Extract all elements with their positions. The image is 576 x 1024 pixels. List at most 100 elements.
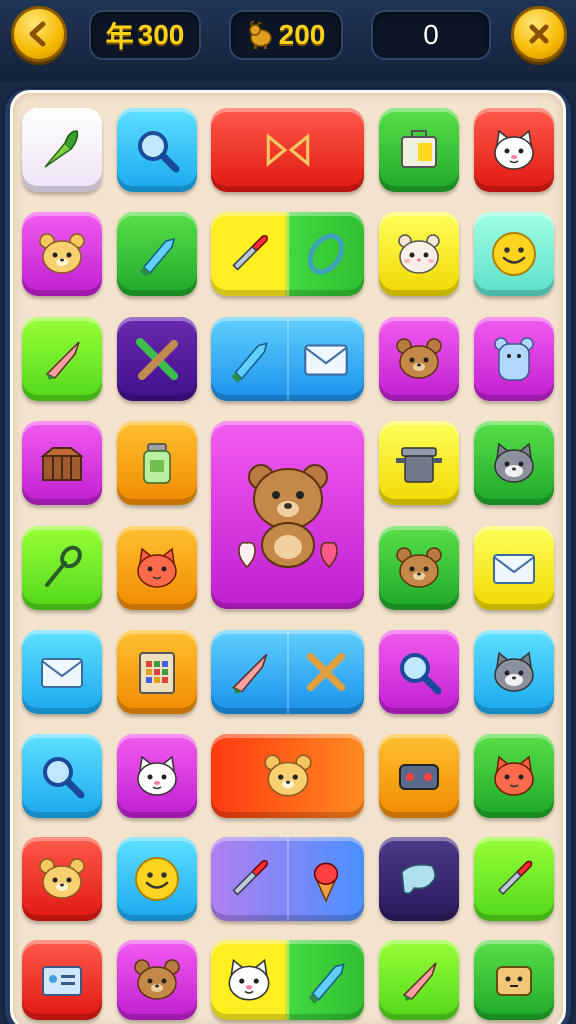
mouse-doll-icon bbox=[487, 332, 541, 386]
tile-r4-c5[interactable] bbox=[474, 421, 554, 505]
tile-r1-c1[interactable] bbox=[22, 108, 102, 192]
envelope-icon bbox=[487, 541, 541, 595]
ring-icon bbox=[298, 226, 354, 282]
tile-r3-c1[interactable] bbox=[22, 317, 102, 401]
crayon-icon bbox=[221, 644, 277, 700]
pot-icon bbox=[392, 436, 446, 490]
tile-r3-c2[interactable] bbox=[117, 317, 197, 401]
energy-amount: 200 bbox=[278, 19, 326, 50]
toast-face-icon bbox=[487, 953, 541, 1007]
tile-r9-c1[interactable] bbox=[22, 940, 102, 1020]
bear-face-icon bbox=[130, 953, 184, 1007]
hamster-face-icon bbox=[392, 227, 446, 281]
magnifier-icon bbox=[392, 645, 446, 699]
tile-r5-c1[interactable] bbox=[22, 526, 102, 610]
crayon-icon bbox=[392, 953, 446, 1007]
tile-r9-c4[interactable] bbox=[379, 940, 459, 1020]
score-counter: 0 bbox=[371, 10, 491, 60]
tile-r8-c2[interactable] bbox=[117, 837, 197, 921]
tile-r5-c5[interactable] bbox=[474, 526, 554, 610]
tile-r3-c3[interactable] bbox=[211, 317, 364, 401]
tile-big-teddy-bear[interactable] bbox=[211, 421, 364, 609]
cat-face-icon bbox=[487, 123, 541, 177]
cross-icon bbox=[298, 644, 354, 700]
tile-r2-c4[interactable] bbox=[379, 212, 459, 296]
tile-r4-c4[interactable] bbox=[379, 421, 459, 505]
tile-r7-c5[interactable] bbox=[474, 734, 554, 818]
crayon-icon bbox=[35, 332, 89, 386]
tile-r1-c3[interactable] bbox=[211, 108, 364, 192]
tile-r8-c3[interactable] bbox=[211, 837, 364, 921]
ice-cream-icon bbox=[298, 851, 354, 907]
tile-r6-c5[interactable] bbox=[474, 630, 554, 714]
bow-icon bbox=[260, 122, 316, 178]
bear-face-icon bbox=[392, 332, 446, 386]
treasure-chest-icon bbox=[35, 436, 89, 490]
crystal-icon bbox=[130, 227, 184, 281]
tile-r9-c2[interactable] bbox=[117, 940, 197, 1020]
tile-r6-c1[interactable] bbox=[22, 630, 102, 714]
tile-r3-c4[interactable] bbox=[379, 317, 459, 401]
tile-r2-c3[interactable] bbox=[211, 212, 364, 296]
tile-r4-c2[interactable] bbox=[117, 421, 197, 505]
tile-r8-c5[interactable] bbox=[474, 837, 554, 921]
slingshot-icon bbox=[35, 541, 89, 595]
tile-r7-c3[interactable] bbox=[211, 734, 364, 818]
goat-icon bbox=[248, 20, 272, 49]
chevron-left-icon bbox=[29, 21, 46, 47]
tile-r6-c4[interactable] bbox=[379, 630, 459, 714]
tile-r3-c5[interactable] bbox=[474, 317, 554, 401]
jar-icon bbox=[130, 436, 184, 490]
crossed-sticks-icon bbox=[130, 332, 184, 386]
tile-r2-c1[interactable] bbox=[22, 212, 102, 296]
bear-face-icon bbox=[35, 852, 89, 906]
tile-r9-c3[interactable] bbox=[211, 940, 364, 1020]
tile-r1-c5[interactable] bbox=[474, 108, 554, 192]
coin-amount: 300 bbox=[137, 19, 185, 50]
radio-icon bbox=[392, 749, 446, 803]
cat-face-icon bbox=[487, 436, 541, 490]
tile-r6-c2[interactable] bbox=[117, 630, 197, 714]
crystal-icon bbox=[298, 952, 354, 1008]
tile-r5-c2[interactable] bbox=[117, 526, 197, 610]
tile-r7-c4[interactable] bbox=[379, 734, 459, 818]
tile-r4-c1[interactable] bbox=[22, 421, 102, 505]
cat-face-icon bbox=[487, 645, 541, 699]
lunchbox-icon bbox=[392, 123, 446, 177]
tile-r2-c2[interactable] bbox=[117, 212, 197, 296]
score-value: 0 bbox=[423, 19, 439, 50]
magnifier-icon bbox=[35, 749, 89, 803]
carrot-icon bbox=[35, 123, 89, 177]
hamster-face-icon bbox=[260, 748, 316, 804]
tile-r7-c2[interactable] bbox=[117, 734, 197, 818]
tile-r7-c1[interactable] bbox=[22, 734, 102, 818]
back-button[interactable] bbox=[11, 6, 67, 62]
abacus-icon bbox=[130, 645, 184, 699]
tile-r2-c5[interactable] bbox=[474, 212, 554, 296]
nail-icon bbox=[392, 852, 446, 906]
teddy-bear-with-hearts-icon bbox=[237, 464, 338, 569]
cat-face-icon bbox=[221, 952, 277, 1008]
paintbrush-icon bbox=[487, 852, 541, 906]
tile-r5-c4[interactable] bbox=[379, 526, 459, 610]
tile-r1-c2[interactable] bbox=[117, 108, 197, 192]
coin-symbol: 年 bbox=[105, 21, 134, 52]
tile-r8-c1[interactable] bbox=[22, 837, 102, 921]
close-icon bbox=[529, 24, 549, 44]
card-icon bbox=[35, 953, 89, 1007]
envelope-icon bbox=[35, 645, 89, 699]
cat-face-icon bbox=[35, 227, 89, 281]
tile-r9-c5[interactable] bbox=[474, 940, 554, 1020]
energy-counter: 200 bbox=[229, 10, 343, 60]
cat-face-icon bbox=[130, 749, 184, 803]
close-button[interactable] bbox=[511, 6, 567, 62]
paintbrush-icon bbox=[221, 851, 277, 907]
smiley-icon bbox=[130, 852, 184, 906]
tile-r8-c4[interactable] bbox=[379, 837, 459, 921]
tile-r1-c4[interactable] bbox=[379, 108, 459, 192]
coin-counter: 年 300 bbox=[89, 10, 201, 60]
magnifier-icon bbox=[130, 123, 184, 177]
hamster-face-icon bbox=[392, 541, 446, 595]
cat-face-icon bbox=[487, 749, 541, 803]
tile-r6-c3[interactable] bbox=[211, 630, 364, 714]
